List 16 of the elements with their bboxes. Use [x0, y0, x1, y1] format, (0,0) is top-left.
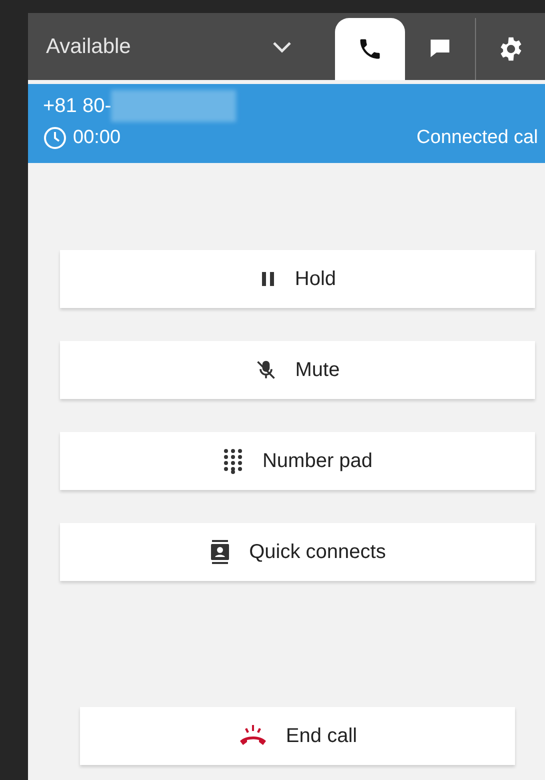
- status-dropdown[interactable]: Available: [28, 13, 311, 80]
- action-button[interactable]: Mute: [60, 341, 535, 399]
- tab[interactable]: [335, 18, 405, 80]
- call-status: Connected cal: [416, 126, 538, 150]
- call-timer: 00:00: [73, 126, 121, 150]
- contact-book-icon: [209, 539, 232, 565]
- end-call-button[interactable]: End call: [80, 707, 515, 765]
- chevron-down-icon: [271, 40, 293, 54]
- phone-number: +81 80-: [43, 94, 112, 119]
- hang-up-icon: [238, 724, 268, 748]
- dialpad-icon: [222, 448, 244, 474]
- clock-icon: [43, 126, 67, 150]
- muted-microphone-icon: [255, 359, 278, 381]
- action-button[interactable]: Quick connects: [60, 523, 535, 581]
- action-button[interactable]: Number pad: [60, 432, 535, 490]
- action-button[interactable]: Hold: [60, 250, 535, 308]
